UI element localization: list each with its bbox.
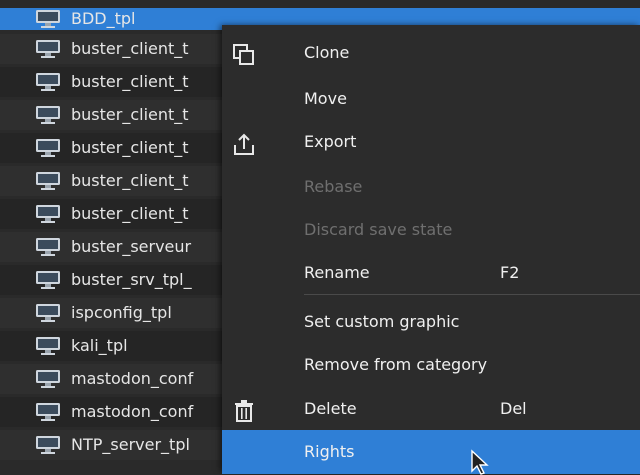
menu-item-label: Rights — [304, 442, 355, 461]
monitor-icon — [36, 337, 60, 355]
list-item-label: BDD_tpl — [71, 9, 136, 28]
menu-item-rename[interactable]: Rename F2 — [222, 251, 640, 295]
menu-item-label: Discard save state — [304, 220, 453, 239]
monitor-icon — [36, 304, 60, 322]
monitor-icon — [36, 10, 60, 28]
shortcut-label: F2 — [500, 263, 520, 282]
list-item-label: buster_client_t — [71, 171, 189, 190]
list-item[interactable]: ispconfig_tpl — [0, 298, 260, 328]
menu-item-remove-from-category[interactable]: Remove from category — [222, 343, 640, 387]
menu-item-export[interactable]: Export — [222, 120, 640, 164]
menu-separator — [304, 294, 640, 295]
list-item[interactable]: mastodon_conf — [0, 397, 260, 427]
menu-item-label: Remove from category — [304, 355, 488, 374]
list-item[interactable]: buster_client_t — [0, 199, 260, 229]
list-item[interactable]: buster_srv_tpl_ — [0, 265, 260, 295]
list-item[interactable]: buster_client_t — [0, 166, 260, 196]
menu-item-label: Clone — [304, 43, 350, 62]
menu-item-move[interactable]: Move — [222, 77, 640, 121]
menu-item-rights[interactable]: Rights — [222, 430, 640, 474]
menu-item-label: Rename — [304, 263, 370, 282]
monitor-icon — [36, 205, 60, 223]
menu-item-label: Delete — [304, 399, 357, 418]
list-item[interactable]: buster_client_t — [0, 67, 260, 97]
list-item-label: buster_serveur — [71, 237, 192, 256]
list-item[interactable]: buster_client_t — [0, 34, 260, 64]
monitor-icon — [36, 271, 60, 289]
menu-item-clone[interactable]: Clone — [222, 31, 640, 75]
list-item[interactable]: buster_serveur — [0, 232, 260, 262]
monitor-icon — [36, 172, 60, 190]
shortcut-label: Del — [500, 399, 527, 418]
monitor-icon — [36, 238, 60, 256]
list-item-label: ispconfig_tpl — [71, 303, 172, 322]
monitor-icon — [36, 40, 60, 58]
menu-item-set-custom-graphic[interactable]: Set custom graphic — [222, 300, 640, 344]
list-item-label: buster_client_t — [71, 72, 189, 91]
list-item-label: mastodon_conf — [71, 369, 194, 388]
trash-icon — [235, 400, 253, 422]
monitor-icon — [36, 73, 60, 91]
menu-item-label: Set custom graphic — [304, 312, 460, 331]
menu-item-rebase: Rebase — [222, 165, 640, 209]
menu-item-discard-save-state: Discard save state — [222, 208, 640, 252]
list-item[interactable]: NTP_server_tpl — [0, 430, 260, 460]
monitor-icon — [36, 139, 60, 157]
list-item[interactable]: buster_client_t — [0, 100, 260, 130]
list-item-label: buster_client_t — [71, 204, 189, 223]
monitor-icon — [36, 403, 60, 421]
list-item-label: buster_client_t — [71, 39, 189, 58]
list-item[interactable]: kali_tpl — [0, 331, 260, 361]
monitor-icon — [36, 370, 60, 388]
list-item[interactable]: mastodon_conf — [0, 364, 260, 394]
list-item-label: buster_client_t — [71, 105, 189, 124]
context-menu: Clone Move Export Rebase Discard save st… — [222, 25, 640, 474]
list-item-label: mastodon_conf — [71, 402, 194, 421]
export-icon — [234, 133, 254, 155]
menu-item-delete[interactable]: Delete Del — [222, 387, 640, 431]
list-item-label: buster_client_t — [71, 138, 189, 157]
menu-item-label: Rebase — [304, 177, 363, 196]
menu-item-label: Move — [304, 89, 347, 108]
mouse-pointer-icon — [471, 449, 489, 475]
monitor-icon — [36, 106, 60, 124]
list-item[interactable]: buster_client_t — [0, 133, 260, 163]
clone-icon — [233, 44, 254, 65]
list-item-label: kali_tpl — [71, 336, 128, 355]
list-item-label: buster_srv_tpl_ — [71, 270, 192, 289]
monitor-icon — [36, 436, 60, 454]
menu-item-label: Export — [304, 132, 357, 151]
list-item-label: NTP_server_tpl — [71, 435, 190, 454]
